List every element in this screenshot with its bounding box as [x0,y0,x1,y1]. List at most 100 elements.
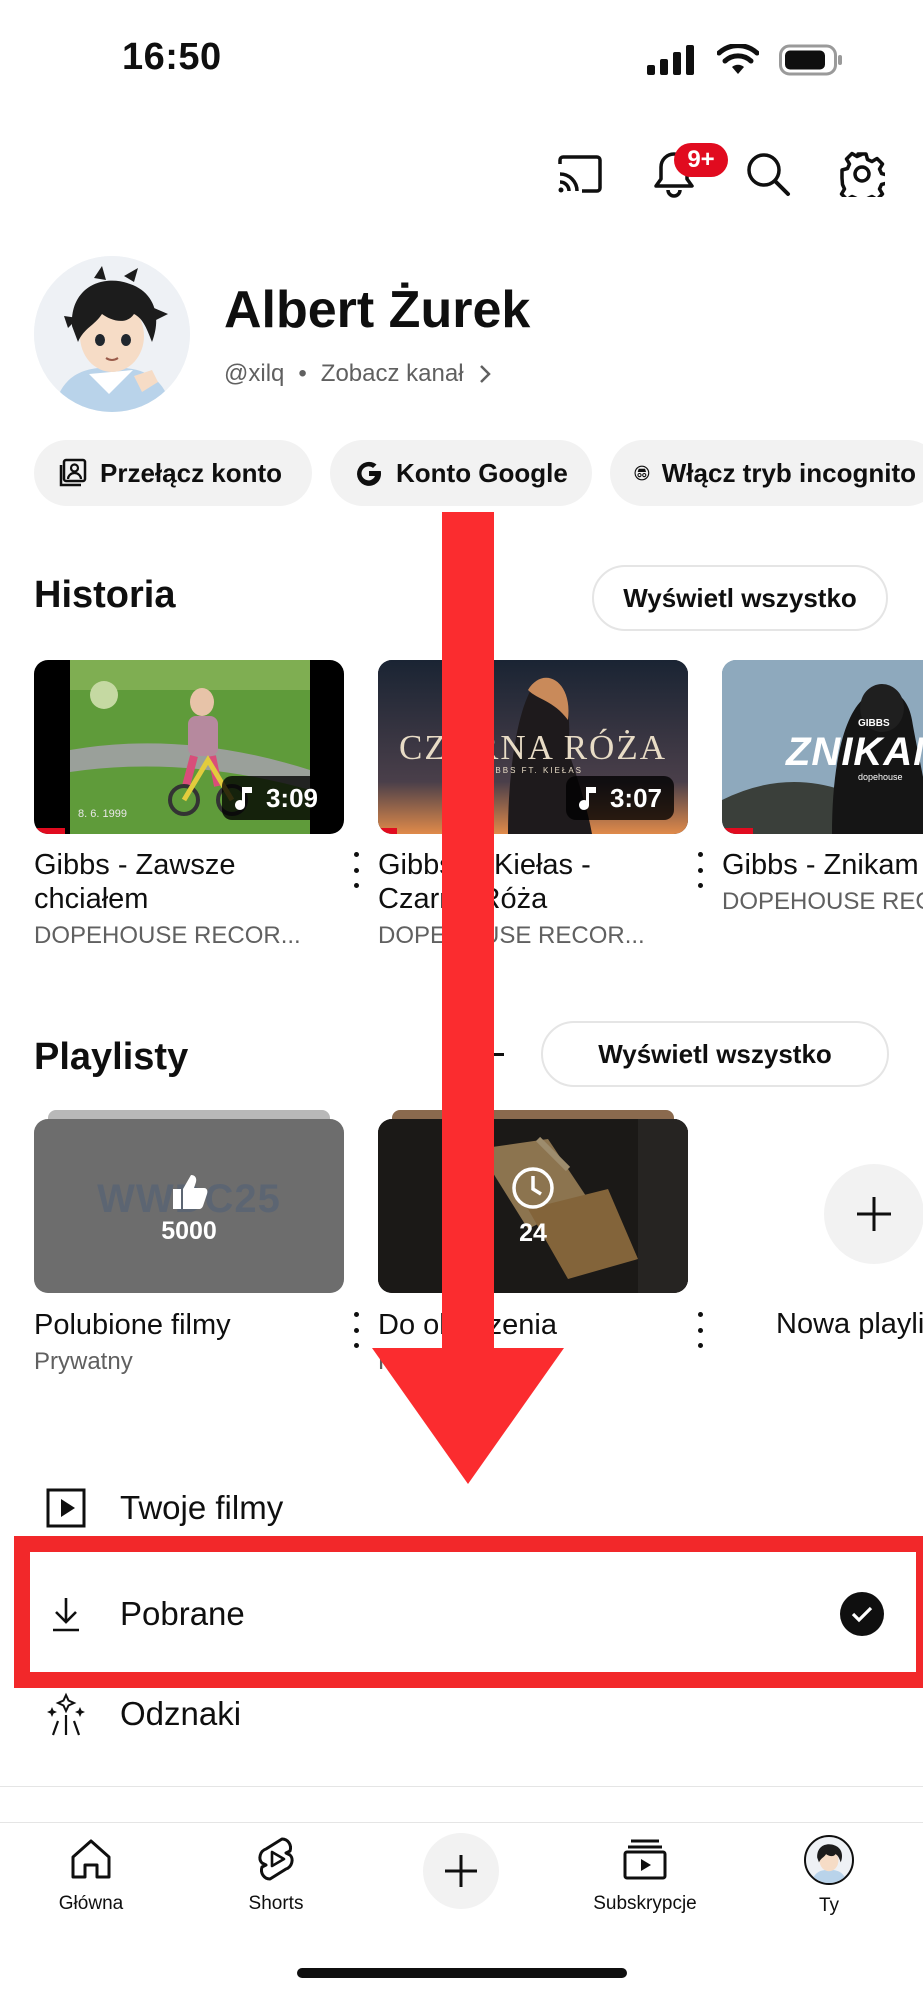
downloaded-checkmark-icon [840,1592,884,1636]
nav-home[interactable]: Główna [16,1835,166,1915]
clock-icon [512,1167,554,1209]
new-playlist-label[interactable]: Nowa playlista [776,1308,923,1341]
watch-progress-bar [378,828,397,834]
playlist-privacy: Prywatny [378,1348,477,1375]
plus-icon [857,1197,891,1231]
video-title[interactable]: Gibbs - Znikam [722,848,923,882]
more-options-icon[interactable] [352,1312,360,1348]
add-icon[interactable] [482,1052,504,1058]
music-note-icon [234,787,252,810]
badges-icon [47,1692,85,1736]
playlist-count: 5000 [161,1217,217,1245]
playlist-thumbnail[interactable]: 24 [378,1119,688,1293]
history-view-all-button[interactable]: Wyświetl wszystko [592,565,888,631]
nav-label: Shorts [248,1893,304,1914]
playlist-title[interactable]: Do obejrzenia [378,1308,668,1342]
video-title[interactable]: Gibbs - Zawsze chciałem [34,848,324,916]
menu-downloads[interactable]: Pobrane [0,1564,923,1664]
playlist-card[interactable]: WWDC25 5000 Polubione filmy Prywatny [34,1110,360,1376]
video-title[interactable]: Gibbs ft. Kiełas - Czarna Róża [378,848,668,916]
video-channel: DOPEHOUSE RECOR... [34,922,301,949]
watch-progress-bar [722,828,753,834]
subscriptions-icon [623,1839,667,1880]
history-video-card[interactable]: CZARNA RÓŻA GIBBS FT. KIEŁAS 3:07 Gibbs … [378,660,704,950]
nav-create[interactable] [386,1833,536,1909]
menu-badges[interactable]: Odznaki [0,1666,923,1762]
nav-label: Główna [58,1893,124,1914]
playlist-title[interactable]: Polubione filmy [34,1308,324,1342]
home-icon [71,1839,111,1879]
menu-label: Pobrane [120,1595,245,1632]
status-time: 16:50 [122,36,222,78]
thumb-title-text: ZNIKAM [786,730,923,774]
playlists-title: Playlisty [34,1036,189,1078]
create-plus-icon [423,1833,499,1909]
search-icon[interactable] [742,148,794,200]
menu-label: Odznaki [120,1695,242,1732]
download-icon [53,1598,79,1632]
switch-account-chip[interactable]: Przełącz konto [34,440,312,506]
chevron-right-icon [479,365,491,383]
video-duration: 3:07 [609,782,662,813]
watch-progress-bar [34,828,65,834]
google-g-icon [357,461,382,486]
status-icons [647,44,843,76]
incognito-chip[interactable]: Włącz tryb incognito [610,440,923,506]
menu-label: Twoje filmy [120,1489,284,1526]
history-video-card[interactable]: GIBBS ZNIKAM dopehouse Gibbs - Znikam DO… [722,660,923,916]
profile-subline: @xilq • Zobacz kanał [224,360,492,388]
divider [0,1786,923,1787]
cast-icon[interactable] [554,148,606,200]
more-options-icon[interactable] [696,852,704,888]
cellular-signal-icon [647,45,694,75]
menu-your-videos[interactable]: Twoje filmy [0,1460,923,1556]
video-thumbnail[interactable]: GIBBS ZNIKAM dopehouse [722,660,923,834]
video-thumbnail[interactable]: 8. 6. 1999 3:09 [34,660,344,834]
profile-avatar[interactable] [34,256,190,412]
history-title: Historia [34,574,176,616]
play-box-icon [46,1488,86,1528]
nav-subscriptions[interactable]: Subskrypcje [570,1835,720,1915]
nav-shorts[interactable]: Shorts [201,1835,351,1915]
thumb-up-icon [173,1175,208,1209]
more-options-icon[interactable] [352,852,360,888]
playlist-count: 24 [519,1219,547,1247]
playlist-card[interactable]: 24 Do obejrzenia Prywatny [378,1110,704,1376]
view-channel-link[interactable]: Zobacz kanał [321,360,464,388]
profile-name: Albert Żurek [224,281,531,339]
chip-label: Przełącz konto [100,457,283,488]
notification-badge: 9+ [674,143,728,177]
new-playlist-button[interactable] [824,1164,923,1264]
incognito-icon [634,465,650,481]
music-note-icon [578,787,596,810]
playlists-view-all-button[interactable]: Wyświetl wszystko [541,1021,889,1087]
battery-icon [779,44,842,76]
video-date-stamp: 8. 6. 1999 [78,808,127,820]
profile-handle: @xilq [224,360,285,387]
nav-label: Ty [818,1895,840,1916]
bottom-navigation: Główna Shorts Subskrypcje Ty [0,1822,923,1933]
settings-gear-icon[interactable] [836,148,888,200]
history-video-card[interactable]: 8. 6. 1999 3:09 Gibbs - Zawsze chciałem … [34,660,360,950]
video-duration-badge: 3:07 [565,776,674,820]
video-thumbnail[interactable]: CZARNA RÓŻA GIBBS FT. KIEŁAS 3:07 [378,660,688,834]
chip-label: Konto Google [396,457,568,488]
thumb-label-text: dopehouse [858,772,903,782]
google-account-chip[interactable]: Konto Google [330,440,592,506]
chip-label: Włącz tryb incognito [661,457,916,488]
wifi-icon [717,44,759,74]
nav-label: Subskrypcje [593,1893,697,1914]
shorts-icon [258,1837,294,1881]
more-options-icon[interactable] [696,1312,704,1348]
video-channel: DOPEHOUSE RECOR... [378,922,645,949]
playlist-privacy: Prywatny [34,1348,133,1375]
separator-dot: • [298,360,307,387]
video-duration-badge: 3:09 [221,776,330,820]
switch-account-icon [59,458,87,487]
playlist-thumbnail[interactable]: WWDC25 5000 [34,1119,344,1293]
home-indicator [297,1968,627,1978]
profile-avatar-icon [804,1835,854,1885]
thumb-title-text: CZARNA RÓŻA [399,728,667,767]
thumb-subtitle-text: GIBBS FT. KIEŁAS [482,766,584,775]
nav-you[interactable]: Ty [754,1835,904,1917]
